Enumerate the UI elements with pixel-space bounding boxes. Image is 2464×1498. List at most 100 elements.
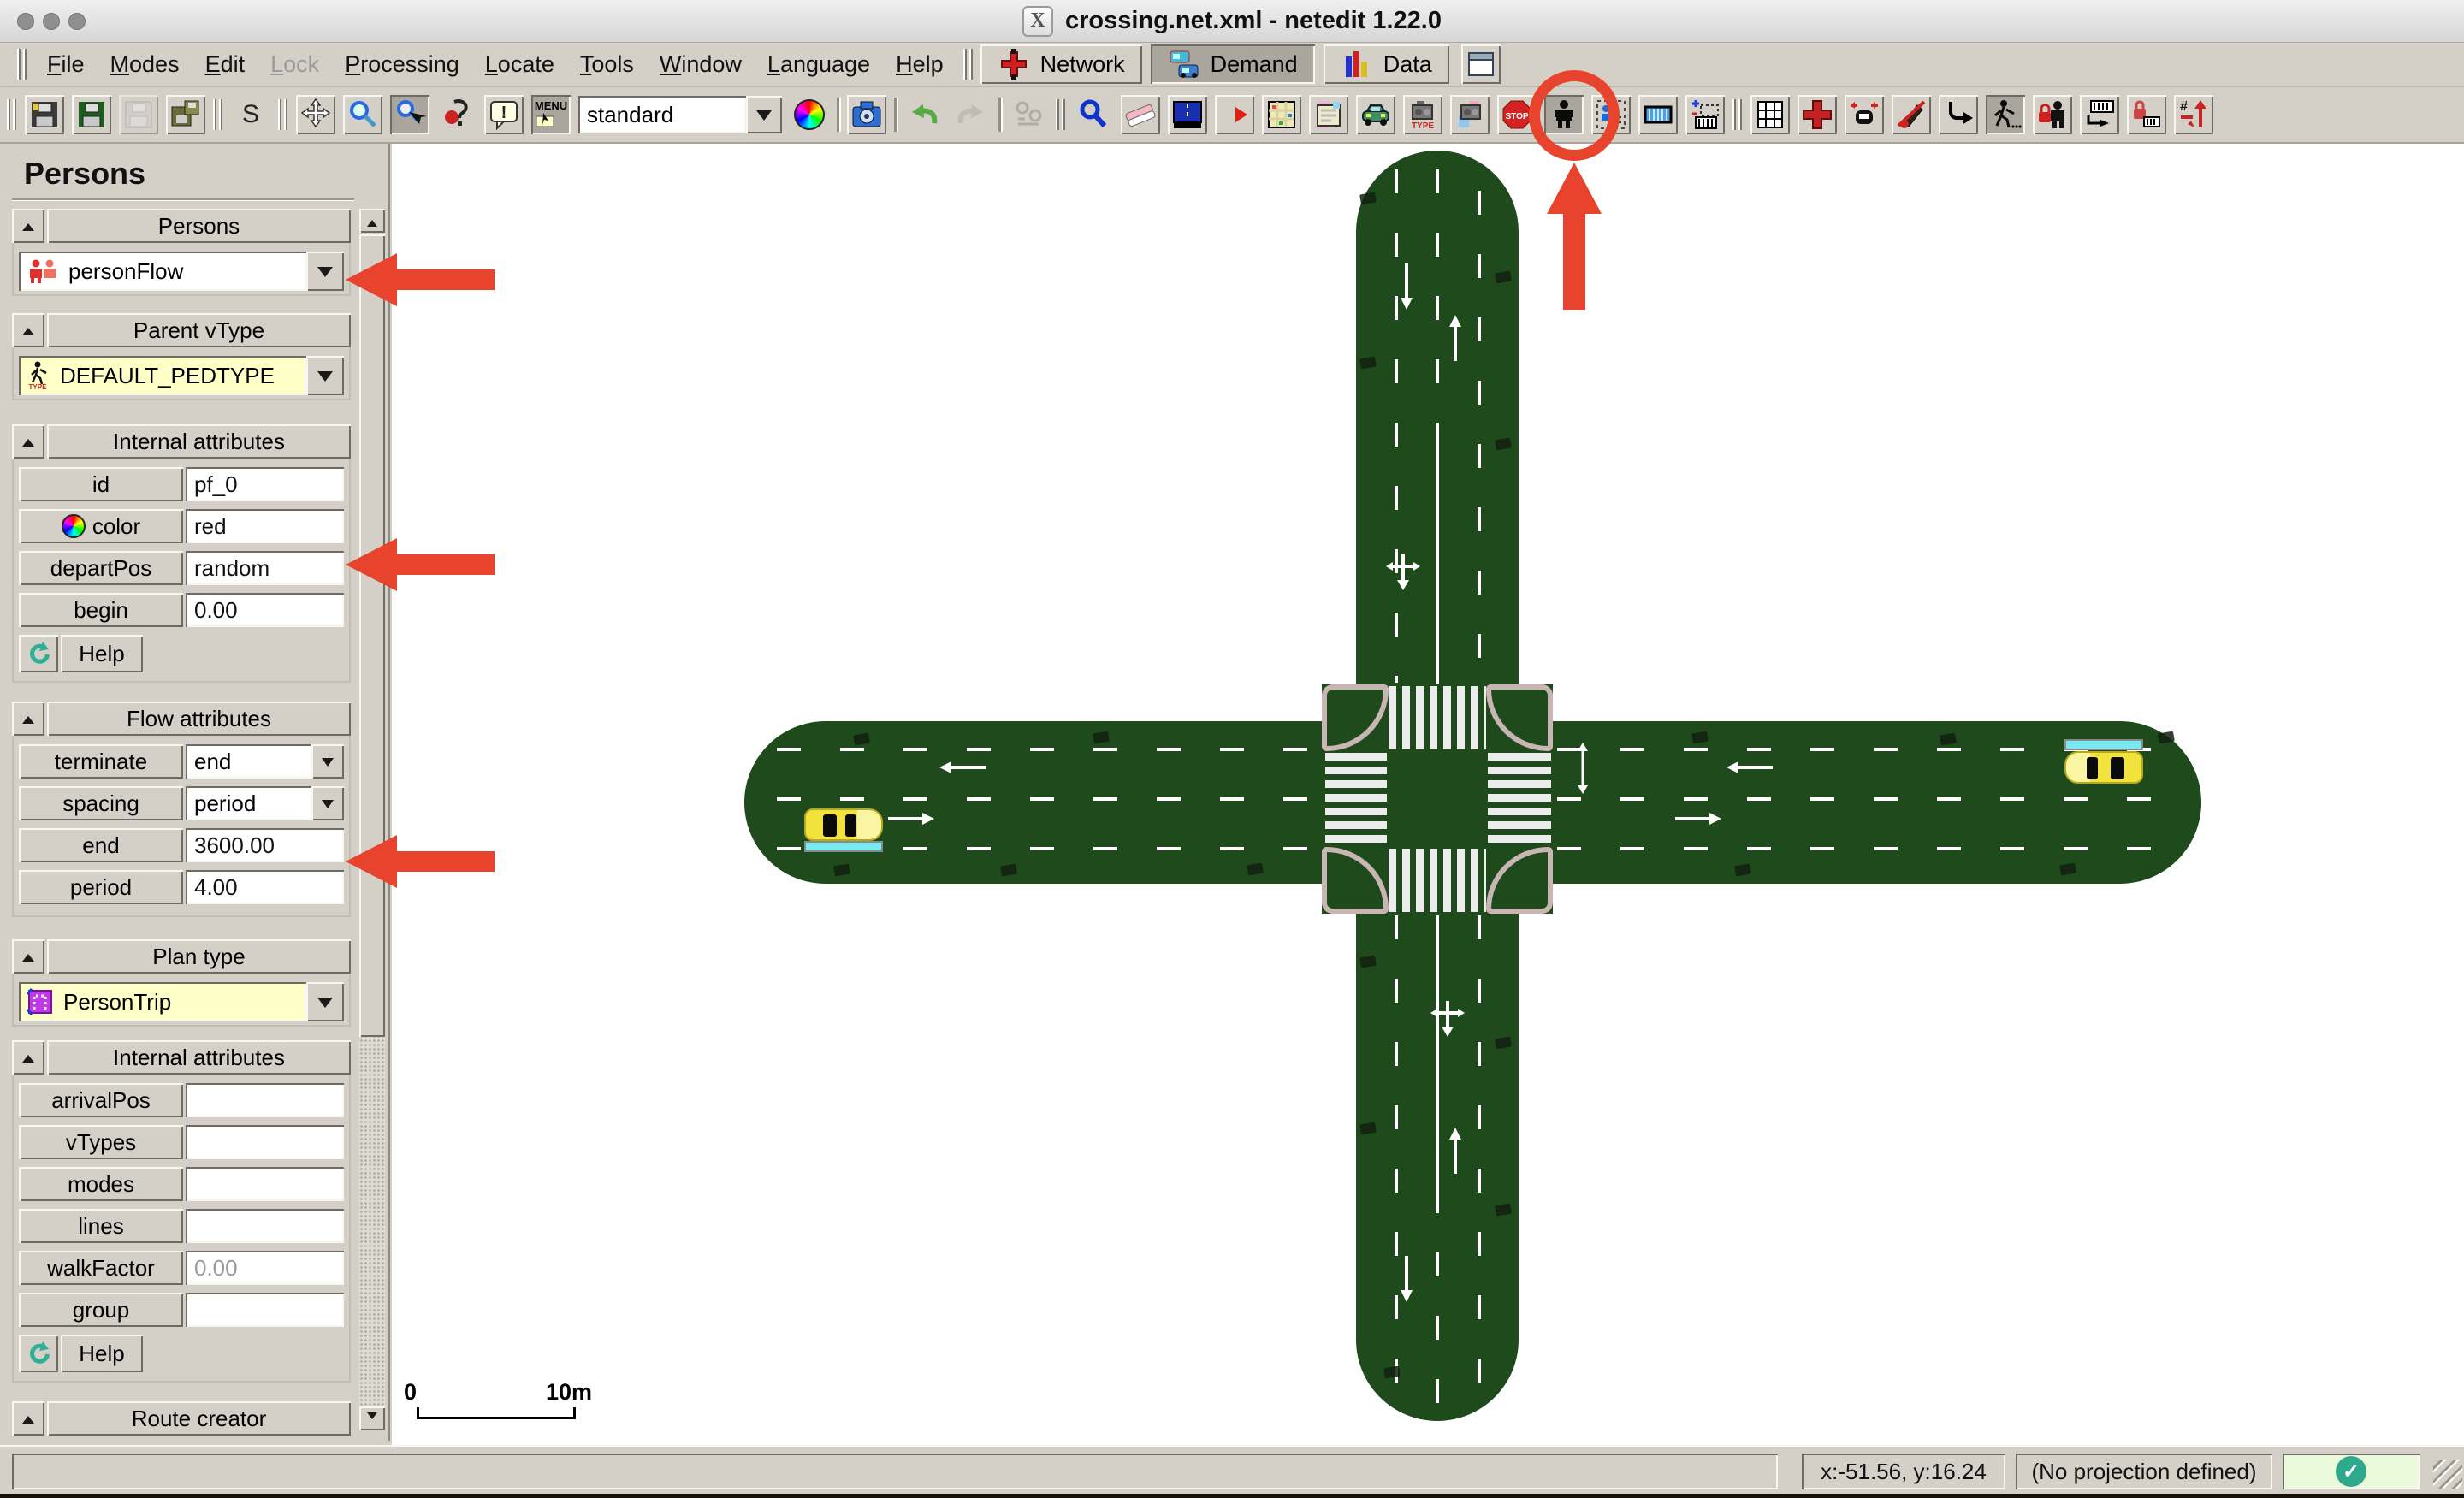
- supermode-grip[interactable]: [962, 49, 974, 80]
- menu-language[interactable]: Language: [755, 46, 883, 83]
- vehicle-east[interactable]: [2064, 751, 2143, 784]
- scrollbar-up-button[interactable]: [359, 209, 385, 233]
- type-mode-button[interactable]: TYPE: [1403, 95, 1442, 134]
- toolbar-grip-5[interactable]: [1732, 99, 1743, 130]
- end-field[interactable]: [186, 828, 344, 862]
- help-button-1[interactable]: Help: [61, 635, 143, 672]
- type-distribution-button[interactable]: [1450, 95, 1490, 134]
- person-element-combo[interactable]: personFlow: [19, 252, 344, 291]
- menu-modes[interactable]: Modes: [98, 46, 192, 83]
- supermode-demand-button[interactable]: Demand: [1150, 44, 1315, 84]
- arrivalpos-field[interactable]: [186, 1083, 344, 1117]
- toolbar-grip-4[interactable]: [1056, 99, 1066, 130]
- begin-field[interactable]: [186, 593, 344, 627]
- scrollbar-down-button[interactable]: [359, 1406, 385, 1430]
- bus-stop-west[interactable]: [804, 841, 883, 852]
- menubar-grip[interactable]: [17, 49, 27, 80]
- collapse-internal1-button[interactable]: [12, 424, 44, 459]
- lock-person-button[interactable]: [2033, 95, 2072, 134]
- feedback-dialog-button[interactable]: !: [484, 95, 524, 134]
- id-field[interactable]: [186, 467, 344, 501]
- toolbar-grip-1[interactable]: [7, 99, 17, 130]
- junction-shape-button[interactable]: [1798, 95, 1837, 134]
- crosswalk-south[interactable]: [1389, 849, 1486, 912]
- person-element-dropdown-arrow[interactable]: [306, 252, 344, 291]
- spacing-dropdown-arrow[interactable]: [311, 786, 344, 820]
- crosswalk-east[interactable]: [1488, 753, 1551, 845]
- departpos-field[interactable]: [186, 551, 344, 585]
- hide-shapes-button[interactable]: [1892, 95, 1931, 134]
- resize-grip[interactable]: [2433, 1460, 2462, 1489]
- inspect-locate-button[interactable]: [390, 95, 429, 134]
- color-scheme-button[interactable]: [790, 95, 829, 134]
- container-mode-button[interactable]: [1638, 95, 1678, 134]
- vehicle-arrow-button[interactable]: [1215, 95, 1254, 134]
- elevation-arrow-button[interactable]: #: [2174, 95, 2213, 134]
- simulation-breakpoint-button[interactable]: S: [231, 95, 270, 134]
- collapse-internal2-button[interactable]: [12, 1040, 44, 1075]
- toolbar-grip-2[interactable]: [213, 99, 223, 130]
- minimize-window-button[interactable]: [43, 13, 60, 30]
- vehicle-mode-button[interactable]: [1356, 95, 1395, 134]
- menu-file[interactable]: File: [34, 46, 98, 83]
- container-plan-mode-button[interactable]: [1685, 95, 1725, 134]
- sidebar-scrollbar[interactable]: [359, 209, 385, 1430]
- vehicle-west[interactable]: [804, 808, 883, 841]
- menu-processing[interactable]: Processing: [332, 46, 472, 83]
- terminate-dropdown-arrow[interactable]: [311, 744, 344, 779]
- lines-field[interactable]: [186, 1209, 344, 1243]
- new-window-button[interactable]: [1460, 44, 1501, 84]
- modes-field[interactable]: [186, 1167, 344, 1201]
- view-preset-combo[interactable]: standard: [578, 96, 782, 133]
- close-window-button[interactable]: [17, 13, 34, 30]
- parent-vtype-dropdown-arrow[interactable]: [306, 356, 344, 395]
- toolbar-grip-3[interactable]: [278, 99, 288, 130]
- reset-plan-attributes-button[interactable]: [19, 1335, 58, 1372]
- scrollbar-thumb[interactable]: [359, 234, 385, 1037]
- show-trips-button[interactable]: [1939, 95, 1978, 134]
- menu-window[interactable]: Window: [647, 46, 755, 83]
- menu-tools[interactable]: Tools: [567, 46, 647, 83]
- pedestrian-mode-button[interactable]: [1986, 95, 2025, 134]
- collapse-persons-button[interactable]: [12, 209, 44, 243]
- plan-type-combo[interactable]: PersonTrip: [19, 982, 344, 1021]
- collapse-plan-button[interactable]: [12, 939, 44, 974]
- bus-stop-east[interactable]: [2064, 739, 2143, 750]
- supermode-data-button[interactable]: Data: [1323, 44, 1449, 84]
- color-attribute-button[interactable]: color: [19, 509, 183, 543]
- container-trip-button[interactable]: [2080, 95, 2119, 134]
- undo-button[interactable]: [904, 95, 944, 134]
- crosswalk-north[interactable]: [1389, 686, 1486, 749]
- crosswalk-west[interactable]: [1325, 753, 1387, 845]
- group-field[interactable]: [186, 1293, 344, 1327]
- plan-type-dropdown-arrow[interactable]: [306, 982, 344, 1021]
- stop-map-button[interactable]: [1262, 95, 1301, 134]
- help-button-2[interactable]: Help: [61, 1335, 143, 1372]
- menu-help[interactable]: Help: [883, 46, 957, 83]
- context-help-button[interactable]: X: [437, 95, 477, 134]
- zoom-window-button[interactable]: [68, 13, 86, 30]
- network-view-canvas[interactable]: 0 10m: [392, 144, 2464, 1445]
- walkfactor-field[interactable]: [186, 1251, 344, 1285]
- supermode-network-button[interactable]: Network: [980, 44, 1142, 84]
- vehicle-route-toggle-button[interactable]: [1845, 95, 1884, 134]
- zoom-mode-button[interactable]: [343, 95, 382, 134]
- delete-mode-button[interactable]: [1121, 95, 1160, 134]
- menu-locate[interactable]: Locate: [472, 46, 567, 83]
- save-network-button[interactable]: [25, 95, 64, 134]
- collapse-vtype-button[interactable]: [12, 313, 44, 347]
- taz-mode-button[interactable]: [1309, 95, 1348, 134]
- period-field[interactable]: [186, 870, 344, 904]
- screenshot-button[interactable]: [847, 95, 886, 134]
- find-button[interactable]: [1074, 95, 1113, 134]
- menu-edit[interactable]: Edit: [192, 46, 258, 83]
- route-mode-button[interactable]: [1168, 95, 1207, 134]
- grid-toggle-button[interactable]: [1750, 95, 1790, 134]
- save-additionals-button[interactable]: [72, 95, 111, 134]
- parent-vtype-combo[interactable]: TYPE DEFAULT_PEDTYPE: [19, 356, 344, 395]
- save-all-button[interactable]: [166, 95, 205, 134]
- collapse-route-creator-button[interactable]: [12, 1401, 44, 1436]
- color-field[interactable]: [186, 509, 344, 543]
- reset-attributes-button[interactable]: [19, 635, 58, 672]
- recenter-view-button[interactable]: [296, 95, 335, 134]
